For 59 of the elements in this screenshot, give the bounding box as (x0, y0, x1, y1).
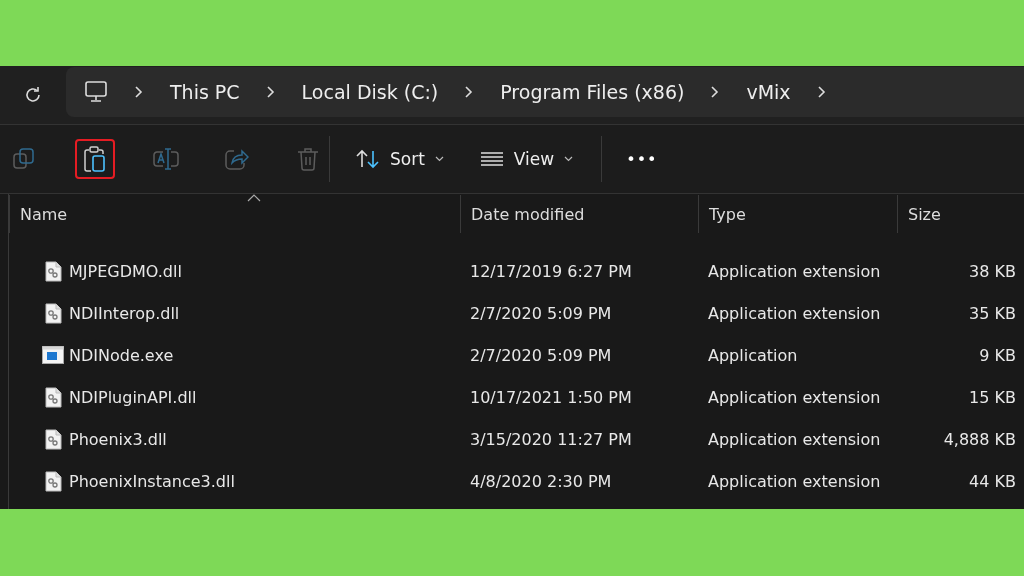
file-name[interactable]: MJPEGDMO.dll (69, 261, 182, 281)
share-icon (225, 148, 249, 170)
view-button[interactable]: View (475, 143, 578, 175)
dropdown-caret-icon (564, 156, 574, 162)
column-header[interactable]: Size (897, 195, 1024, 233)
dll-file-icon (44, 470, 62, 492)
refresh-icon[interactable] (23, 85, 43, 105)
file-type: Application extension (708, 471, 881, 491)
breadcrumb-item[interactable]: Program Files (x86) (474, 81, 711, 103)
paste-button[interactable] (75, 139, 115, 179)
date-modified: 12/17/2019 6:27 PM (470, 261, 632, 281)
date-modified: 10/17/2021 1:50 PM (470, 387, 632, 407)
file-name[interactable]: NDIInterop.dll (69, 303, 180, 323)
chevron-icon (464, 85, 475, 99)
date-modified: 2/7/2020 5:09 PM (470, 345, 612, 365)
file-type: Application extension (708, 429, 881, 449)
file-type: Application extension (708, 303, 881, 323)
file-size: 44 KB (969, 471, 1016, 491)
sort-button[interactable]: Sort (352, 143, 448, 175)
chevron-icon (265, 85, 276, 99)
file-size: 35 KB (969, 303, 1016, 323)
copy-icon (13, 148, 35, 170)
file-size: 38 KB (969, 261, 1016, 281)
column-header[interactable]: Type (698, 195, 897, 233)
breadcrumb-item[interactable]: Local Disk (C:) (275, 81, 465, 103)
file-size: 15 KB (969, 387, 1016, 407)
sort-icon (356, 149, 380, 169)
more-options-button[interactable]: ••• (614, 143, 670, 175)
paste-icon (84, 146, 106, 172)
sort-caret-icon (247, 194, 261, 202)
trash-icon (297, 147, 319, 171)
column-header[interactable]: Date modified (460, 195, 698, 233)
file-size: 9 KB (979, 345, 1016, 365)
file-type: Application extension (708, 261, 881, 281)
list-view-icon (479, 151, 504, 167)
file-type: Application (708, 345, 798, 365)
file-type: Application extension (708, 387, 881, 407)
chevron-icon (816, 85, 827, 99)
breadcrumb-item[interactable]: vMix (720, 81, 817, 103)
file-name[interactable]: Phoenix3.dll (69, 429, 167, 449)
rename-icon (153, 147, 179, 171)
dll-file-icon (44, 428, 62, 450)
chevron-icon (710, 85, 721, 99)
file-size: 4,888 KB (943, 429, 1016, 449)
dll-file-icon (44, 260, 62, 282)
column-header[interactable]: Name (9, 195, 460, 233)
dll-file-icon (44, 386, 62, 408)
breadcrumb-item[interactable]: This PC (144, 81, 266, 103)
computer-icon[interactable] (84, 81, 108, 103)
dropdown-caret-icon (434, 156, 444, 162)
date-modified: 2/7/2020 5:09 PM (470, 303, 612, 323)
dll-file-icon (44, 302, 62, 324)
date-modified: 4/8/2020 2:30 PM (470, 471, 612, 491)
chevron-icon (134, 85, 144, 99)
file-name[interactable]: NDIPluginAPI.dll (69, 387, 197, 407)
file-name[interactable]: PhoenixInstance3.dll (69, 471, 235, 491)
application-icon (42, 346, 64, 364)
file-name[interactable]: NDINode.exe (69, 345, 174, 365)
date-modified: 3/15/2020 11:27 PM (470, 429, 632, 449)
